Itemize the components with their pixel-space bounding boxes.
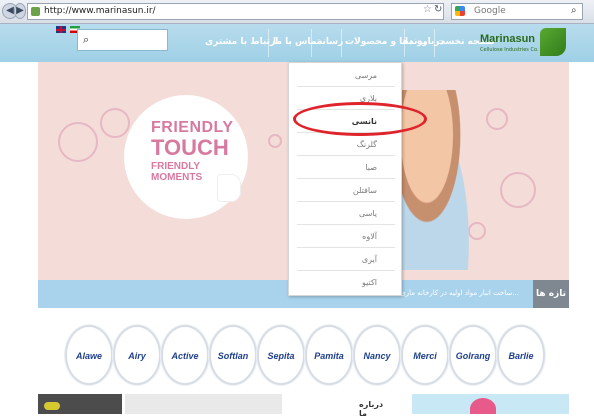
nav-contact[interactable]: تماس با ما	[273, 37, 320, 47]
news-label: تازه ها	[533, 280, 569, 308]
dropdown-item-active[interactable]: اکتیو	[297, 272, 395, 294]
slogan-line-2: TOUCH	[151, 135, 229, 160]
footer-media-icon	[44, 402, 60, 410]
footer-dark-block[interactable]	[38, 394, 122, 414]
browser-search-input[interactable]: Google	[451, 3, 583, 20]
decorative-bubble	[58, 122, 98, 162]
bookmark-star-icon[interactable]: ☆	[423, 3, 432, 17]
reload-icon[interactable]: ↻	[434, 3, 442, 17]
dropdown-item-airy[interactable]: آیری	[297, 249, 395, 271]
brand-logo-airy[interactable]: Airy	[113, 325, 161, 385]
brand-logo-merci[interactable]: Merci	[401, 325, 449, 385]
search-icon[interactable]: ⌕	[571, 5, 577, 16]
brand-logos-row: Alawe Airy Active Softlan Sepita Pamita …	[0, 322, 594, 392]
forward-button[interactable]: ▶	[14, 3, 26, 19]
brand-logo-barlie[interactable]: Barlie	[497, 325, 545, 385]
english-flag-icon[interactable]	[56, 26, 66, 33]
footer-about-block[interactable]: درباره ما	[125, 394, 383, 418]
nav-divider	[341, 29, 342, 57]
footer-about-title: درباره ما	[359, 400, 384, 418]
decorative-bubble	[500, 172, 536, 208]
heart-icon	[470, 398, 496, 414]
site-search-input[interactable]: ⌕	[77, 29, 168, 51]
brand-logo-sepita[interactable]: Sepita	[257, 325, 305, 385]
brands-dropdown-menu: مرسی بلاری نانسی گلرنگ صبا سافتلن یاسی آ…	[288, 62, 402, 296]
decorative-bubble	[268, 134, 282, 148]
google-icon	[455, 6, 465, 16]
decorative-bubble	[486, 108, 508, 130]
dropdown-item-yasi[interactable]: یاسی	[297, 203, 395, 225]
dropdown-item-alawe[interactable]: آلاوه	[297, 226, 395, 248]
footer-blocks: درباره ما	[0, 394, 594, 418]
browser-toolbar: ◀ ▶ http://www.marinasun.ir/ ☆ ↻ Google …	[0, 0, 594, 24]
decorative-bubble	[100, 108, 130, 138]
dropdown-item-merci[interactable]: مرسی	[297, 65, 395, 87]
brand-logo-nancy[interactable]: Nancy	[353, 325, 401, 385]
site-favicon-icon	[31, 7, 40, 16]
marinasun-logo[interactable]: Marinasun Cellulose Industries Co.	[480, 28, 566, 58]
footer-promo-block[interactable]	[412, 394, 569, 414]
brand-logo-pamita[interactable]: Pamita	[305, 325, 353, 385]
logo-subtitle: Cellulose Industries Co.	[480, 47, 539, 53]
search-icon[interactable]: ⌕	[83, 33, 89, 47]
logo-mark-icon	[540, 28, 566, 56]
dropdown-item-softlan[interactable]: سافتلن	[297, 180, 395, 202]
brand-logo-active[interactable]: Active	[161, 325, 209, 385]
brand-logo-golrang[interactable]: Golrang	[449, 325, 497, 385]
brand-logo-softlan[interactable]: Softlan	[209, 325, 257, 385]
dropdown-item-saba[interactable]: صبا	[297, 157, 395, 179]
highlight-circle-annotation	[293, 102, 427, 136]
address-bar-url: http://www.marinasun.ir/	[44, 6, 156, 16]
tissue-roll-image	[217, 174, 241, 202]
site-header: ⌕ ارتباط با مشتری تماس با ما رسانه برنده…	[0, 24, 594, 62]
slogan-line-3: FRIENDLY	[151, 161, 201, 172]
search-engine-label: Google	[474, 6, 506, 16]
brand-logo-alawe[interactable]: Alawe	[65, 325, 113, 385]
dropdown-item-golrang[interactable]: گلرنگ	[297, 134, 395, 156]
nav-divider	[434, 29, 435, 57]
logo-name: Marinasun	[480, 33, 536, 45]
news-ticker-text[interactable]: ساخت انبار مواد اولیه در کارخانه ماری...	[400, 289, 519, 297]
nav-divider	[311, 29, 312, 57]
nav-media[interactable]: رسانه	[317, 37, 343, 47]
address-bar[interactable]: http://www.marinasun.ir/	[27, 3, 444, 20]
nav-divider	[268, 29, 269, 57]
